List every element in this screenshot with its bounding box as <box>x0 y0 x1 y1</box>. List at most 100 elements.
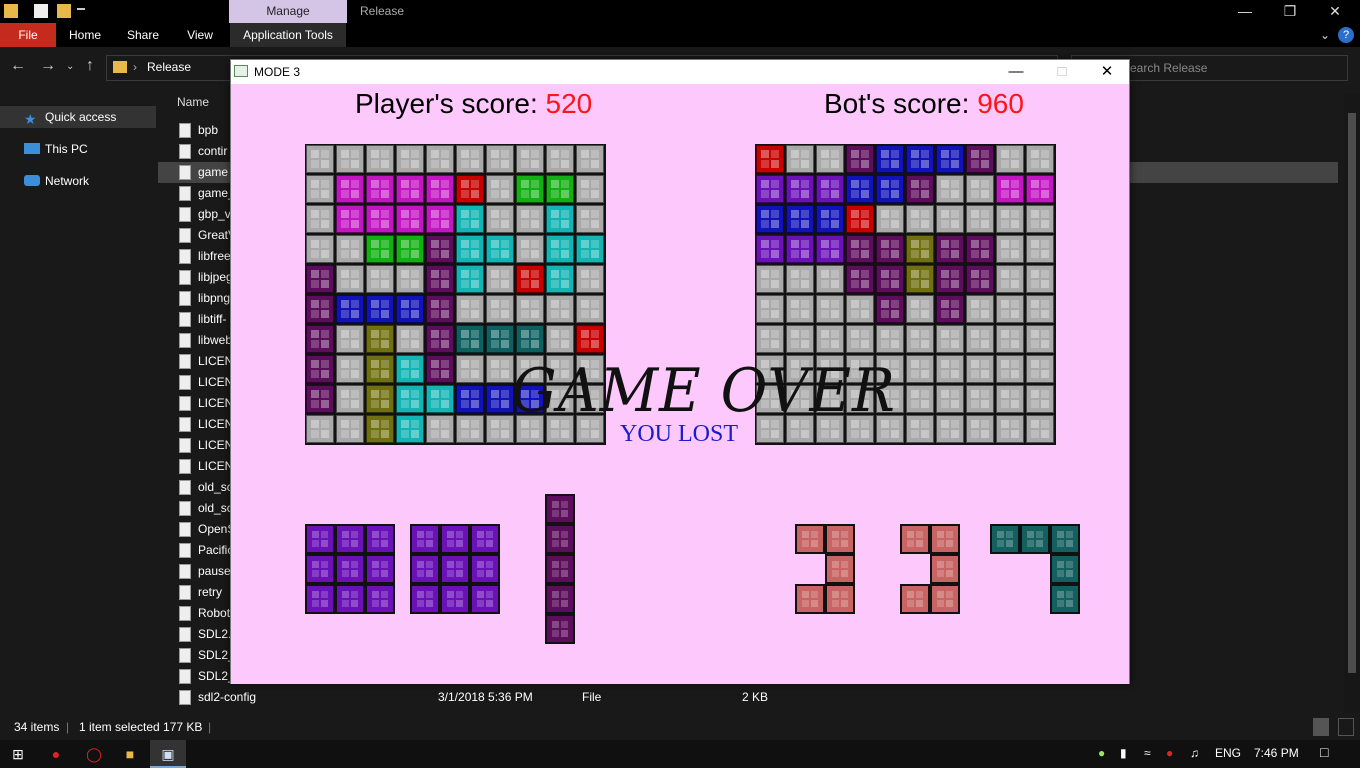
game-app-icon[interactable]: ▣ <box>150 740 186 768</box>
pc-icon <box>24 143 40 154</box>
file-name: LICEN <box>198 459 234 473</box>
board-cell <box>786 205 814 233</box>
forward-arrow-icon[interactable]: → <box>40 57 56 75</box>
file-explorer-icon[interactable]: ■ <box>112 740 148 768</box>
tab-view[interactable]: View <box>176 23 224 47</box>
file-name: LICEN <box>198 396 234 410</box>
clock[interactable]: 7:46 PM <box>1254 746 1299 760</box>
board-cell <box>1026 415 1054 443</box>
title-bar: Manage Release — ❐ ✕ <box>0 0 1360 23</box>
board-cell <box>876 235 904 263</box>
board-cell <box>786 235 814 263</box>
new-folder-icon[interactable] <box>57 4 71 18</box>
board-cell <box>756 145 784 173</box>
board-cell <box>906 385 934 413</box>
board-cell <box>546 265 574 293</box>
recent-locations-icon[interactable]: ⌄ <box>66 61 74 72</box>
tab-share[interactable]: Share <box>118 23 168 47</box>
vertical-scrollbar[interactable] <box>1344 93 1360 713</box>
properties-icon[interactable] <box>34 4 48 18</box>
app-icon[interactable]: ● <box>38 740 74 768</box>
help-icon[interactable]: ? <box>1338 27 1354 43</box>
board-cell <box>906 235 934 263</box>
close-button[interactable]: ✕ <box>1312 0 1358 23</box>
file-name: LICEN <box>198 375 234 389</box>
nav-item-quick-access[interactable]: ★ Quick access <box>0 106 156 128</box>
volume-icon[interactable]: ♫ <box>1190 746 1199 760</box>
board-cell <box>846 265 874 293</box>
scrollbar-thumb[interactable] <box>1348 113 1356 673</box>
customize-toolbar-icon[interactable] <box>77 8 85 14</box>
tab-file[interactable]: File <box>0 23 56 47</box>
tab-application-tools[interactable]: Application Tools <box>230 23 346 47</box>
board-cell <box>996 235 1024 263</box>
file-icon <box>179 480 191 495</box>
up-arrow-icon[interactable]: ↑ <box>86 57 94 75</box>
nvidia-icon[interactable]: ● <box>1098 746 1105 760</box>
board-cell <box>966 355 994 383</box>
piece-cell <box>990 524 1020 554</box>
language-indicator[interactable]: ENG <box>1215 746 1241 760</box>
board-cell <box>966 325 994 353</box>
battery-icon[interactable]: ▮ <box>1120 746 1127 760</box>
board-cell <box>366 205 394 233</box>
board-cell <box>846 235 874 263</box>
maximize-button[interactable]: ❐ <box>1267 0 1313 23</box>
board-cell <box>546 235 574 263</box>
file-icon <box>179 459 191 474</box>
board-cell <box>906 295 934 323</box>
game-canvas[interactable]: Player's score: 520 Bot's score: 960 GAM… <box>231 84 1129 684</box>
navigation-pane: ★ Quick access This PC Network <box>0 87 158 715</box>
opera-icon[interactable]: ◯ <box>76 740 112 768</box>
folder-icon <box>4 4 18 18</box>
board-cell <box>366 385 394 413</box>
board-cell <box>516 145 544 173</box>
back-arrow-icon[interactable]: ← <box>10 57 26 75</box>
file-icon <box>179 249 191 264</box>
board-cell <box>756 175 784 203</box>
board-cell <box>816 175 844 203</box>
minimize-button[interactable]: — <box>1222 0 1268 23</box>
file-icon <box>179 144 191 159</box>
folder-icon <box>113 61 127 73</box>
board-cell <box>546 295 574 323</box>
wifi-icon[interactable]: ≈ <box>1144 746 1151 760</box>
window-title: MODE 3 <box>254 65 301 79</box>
file-icon <box>179 207 191 222</box>
details-view-icon[interactable] <box>1313 718 1329 736</box>
tray-app-icon[interactable]: ● <box>1166 746 1173 760</box>
notifications-icon[interactable]: □ <box>1320 744 1328 760</box>
file-row[interactable]: sdl2-config 3/1/2018 5:36 PM File 2 KB <box>158 687 1338 708</box>
nav-item-this-pc[interactable]: This PC <box>0 138 156 160</box>
tab-home[interactable]: Home <box>60 23 110 47</box>
board-cell <box>576 325 604 353</box>
board-cell <box>996 415 1024 443</box>
star-icon: ★ <box>24 111 37 127</box>
board-cell <box>366 295 394 323</box>
board-cell <box>486 265 514 293</box>
board-cell <box>396 325 424 353</box>
board-cell <box>936 295 964 323</box>
column-header-name[interactable]: Name <box>177 95 209 109</box>
board-cell <box>1026 325 1054 353</box>
windows-start-icon[interactable]: ⊞ <box>0 740 36 768</box>
board-cell <box>396 415 424 443</box>
network-icon <box>24 175 40 186</box>
large-icons-view-icon[interactable] <box>1338 718 1354 736</box>
nav-item-label: Quick access <box>45 110 117 124</box>
board-cell <box>516 205 544 233</box>
breadcrumb[interactable]: Release <box>147 60 191 74</box>
close-button[interactable]: ✕ <box>1084 60 1130 84</box>
minimize-button[interactable]: — <box>993 60 1039 84</box>
selection-info: 1 item selected 177 KB <box>79 720 203 734</box>
piece-cell <box>930 524 960 554</box>
board-cell <box>786 325 814 353</box>
board-cell <box>336 145 364 173</box>
board-cell <box>876 265 904 293</box>
tab-manage[interactable]: Manage <box>229 0 347 23</box>
piece-cell <box>1050 584 1080 614</box>
piece-cell <box>930 584 960 614</box>
board-cell <box>306 385 334 413</box>
nav-item-network[interactable]: Network <box>0 170 156 192</box>
chevron-down-icon[interactable]: ⌄ <box>1320 23 1330 47</box>
